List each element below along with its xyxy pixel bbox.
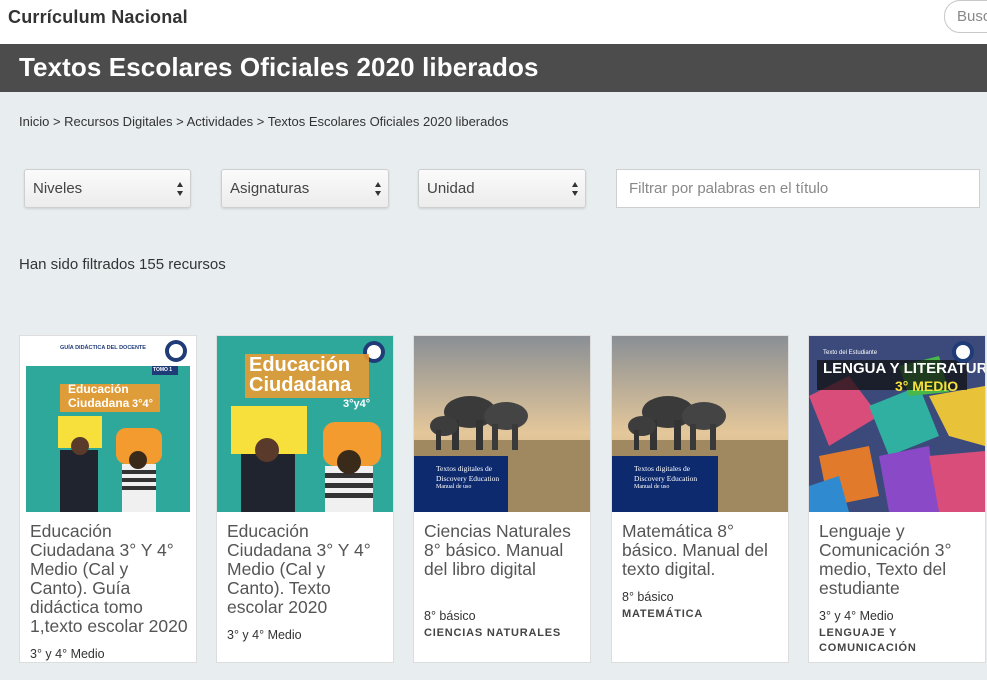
book-cover[interactable]: Educación Ciudadana 3°y4° [217,336,393,512]
cover-text-line: Textos digitales de [634,464,691,473]
cover-grade-text: 3°y4° [343,398,371,410]
card-subject: MATEMÁTICA [622,608,704,620]
card-level: 8° básico [622,590,674,604]
card-title[interactable]: Ciencias Naturales 8° básico. Manual del… [424,522,584,579]
search-input[interactable]: Buscar [944,0,987,33]
resource-card[interactable]: GUÍA DIDÁCTICA DEL DOCENTE Educación Ciu… [19,335,197,663]
cover-grade-text: 3°4° [132,398,154,410]
top-bar: Currículum Nacional Buscar [0,0,987,44]
card-level: 3° y 4° Medio [819,609,894,623]
card-level: 3° y 4° Medio [30,647,105,661]
select-arrows-icon [375,182,381,196]
card-level: 8° básico [424,609,476,623]
card-subject: LENGUAJE Y COMUNICACIÓN [819,627,917,654]
unit-select[interactable]: Unidad [418,169,586,208]
page-title: Textos Escolares Oficiales 2020 liberado… [19,52,539,82]
cover-title-text: LENGUA Y LITERATURA [823,360,985,377]
cover-text-line: Manual de uso [634,484,670,490]
cover-title-text: Ciudadana [249,374,352,396]
select-arrows-icon [177,182,183,196]
cover-grade-text: 3° MEDIO [895,378,959,394]
cover-header-text: GUÍA DIDÁCTICA DEL DOCENTE [60,345,146,351]
cover-title-text: Ciudadana [68,396,130,410]
card-title[interactable]: Educación Ciudadana 3° Y 4° Medio (Cal y… [227,522,387,617]
results-count: Han sido filtrados 155 recursos [19,256,226,273]
card-subject: CIENCIAS NATURALES [424,627,562,639]
subjects-select[interactable]: Asignaturas [221,169,389,208]
cover-text-line: Discovery Education [436,474,500,483]
select-arrows-icon [572,182,578,196]
book-cover[interactable]: Textos digitales de Discovery Education … [612,336,788,512]
cover-tomo-text: TOMO 1 [153,367,173,373]
card-title[interactable]: Matemática 8° básico. Manual del texto d… [622,522,782,579]
levels-select[interactable]: Niveles [24,169,191,208]
book-cover[interactable]: Textos digitales de Discovery Education … [414,336,590,512]
subjects-select-label: Asignaturas [230,180,310,197]
cover-text-line: Manual de uso [436,484,472,490]
cover-text-line: Textos digitales de [436,464,493,473]
cover-text-line: Discovery Education [634,474,698,483]
cover-top-text: Texto del Estudiante [823,350,878,356]
card-title[interactable]: Educación Ciudadana 3° Y 4° Medio (Cal y… [30,522,190,636]
card-level: 3° y 4° Medio [227,628,302,642]
card-title[interactable]: Lenguaje y Comunicación 3° medio, Texto … [819,522,979,598]
resource-card[interactable]: Textos digitales de Discovery Education … [413,335,591,663]
resource-card[interactable]: Texto del Estudiante LENGUA Y LITERATURA… [808,335,986,663]
site-logo[interactable]: Currículum Nacional [8,7,188,28]
cover-title-text: Educación [68,382,129,396]
book-cover[interactable]: Texto del Estudiante LENGUA Y LITERATURA… [809,336,985,512]
book-cover[interactable]: GUÍA DIDÁCTICA DEL DOCENTE Educación Ciu… [20,336,196,512]
levels-select-label: Niveles [33,180,83,197]
breadcrumb[interactable]: Inicio > Recursos Digitales > Actividade… [19,114,508,129]
page-header: Textos Escolares Oficiales 2020 liberado… [0,44,987,92]
title-filter-input[interactable]: Filtrar por palabras en el título [616,169,980,208]
resource-card[interactable]: Textos digitales de Discovery Education … [611,335,789,663]
unit-select-label: Unidad [427,180,475,197]
resource-card[interactable]: Educación Ciudadana 3°y4° Educación Ciud… [216,335,394,663]
